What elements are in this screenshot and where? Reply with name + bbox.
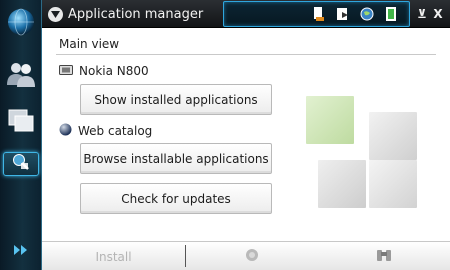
device-label: Nokia N800 bbox=[79, 64, 149, 78]
graphic-tile-bottom-right bbox=[369, 160, 417, 208]
web-globe-icon[interactable] bbox=[359, 6, 375, 22]
graphic-tile-top-right bbox=[369, 112, 417, 160]
connectivity-icon[interactable] bbox=[311, 6, 327, 22]
show-installed-applications-button[interactable]: Show installed applications bbox=[80, 84, 272, 115]
install-button[interactable]: Install bbox=[42, 242, 185, 270]
application-manager-icon bbox=[12, 153, 30, 175]
web-catalog-label: Web catalog bbox=[78, 124, 153, 138]
device-icon bbox=[59, 64, 73, 78]
web-browser-button[interactable] bbox=[3, 6, 39, 42]
close-button[interactable]: X bbox=[431, 0, 445, 28]
bottom-toolbar: Install bbox=[42, 241, 450, 270]
search-button[interactable] bbox=[318, 242, 450, 270]
details-icon bbox=[245, 247, 259, 266]
title-bar: Application manager ⊻ X bbox=[42, 0, 450, 28]
globe-icon bbox=[59, 123, 72, 139]
section-title: Main view bbox=[59, 37, 120, 51]
device-group: Nokia N800 bbox=[59, 64, 149, 78]
search-binoculars-icon bbox=[376, 247, 392, 266]
status-bar bbox=[223, 1, 410, 27]
application-menu[interactable]: Application manager bbox=[48, 0, 203, 28]
contacts-icon bbox=[5, 59, 37, 93]
chevron-down-icon bbox=[48, 6, 63, 22]
expand-arrow-icon bbox=[11, 242, 31, 261]
browse-installable-applications-button[interactable]: Browse installable applications bbox=[80, 143, 272, 174]
task-navigator bbox=[0, 0, 42, 270]
check-for-updates-button[interactable]: Check for updates bbox=[80, 183, 272, 214]
window-title: Application manager bbox=[68, 6, 204, 22]
contacts-button[interactable] bbox=[3, 58, 39, 94]
section-divider bbox=[56, 54, 436, 55]
web-browser-icon bbox=[6, 7, 36, 41]
graphic-tile-green bbox=[306, 96, 354, 144]
internet-radio-icon[interactable] bbox=[335, 6, 351, 22]
application-manager-graphic bbox=[306, 94, 422, 212]
application-manager-nav-item[interactable] bbox=[3, 152, 39, 176]
minimize-button[interactable]: ⊻ bbox=[415, 0, 429, 28]
application-switcher-button[interactable] bbox=[3, 106, 39, 140]
application-switcher-icon bbox=[7, 108, 35, 138]
main-view: Main view Nokia N800 Show installed appl… bbox=[42, 28, 450, 241]
web-catalog-group: Web catalog bbox=[59, 123, 152, 139]
expand-navigator-button[interactable] bbox=[3, 240, 39, 262]
battery-icon[interactable] bbox=[383, 6, 399, 22]
graphic-tile-bottom-left bbox=[318, 160, 366, 208]
details-button[interactable] bbox=[186, 242, 318, 270]
